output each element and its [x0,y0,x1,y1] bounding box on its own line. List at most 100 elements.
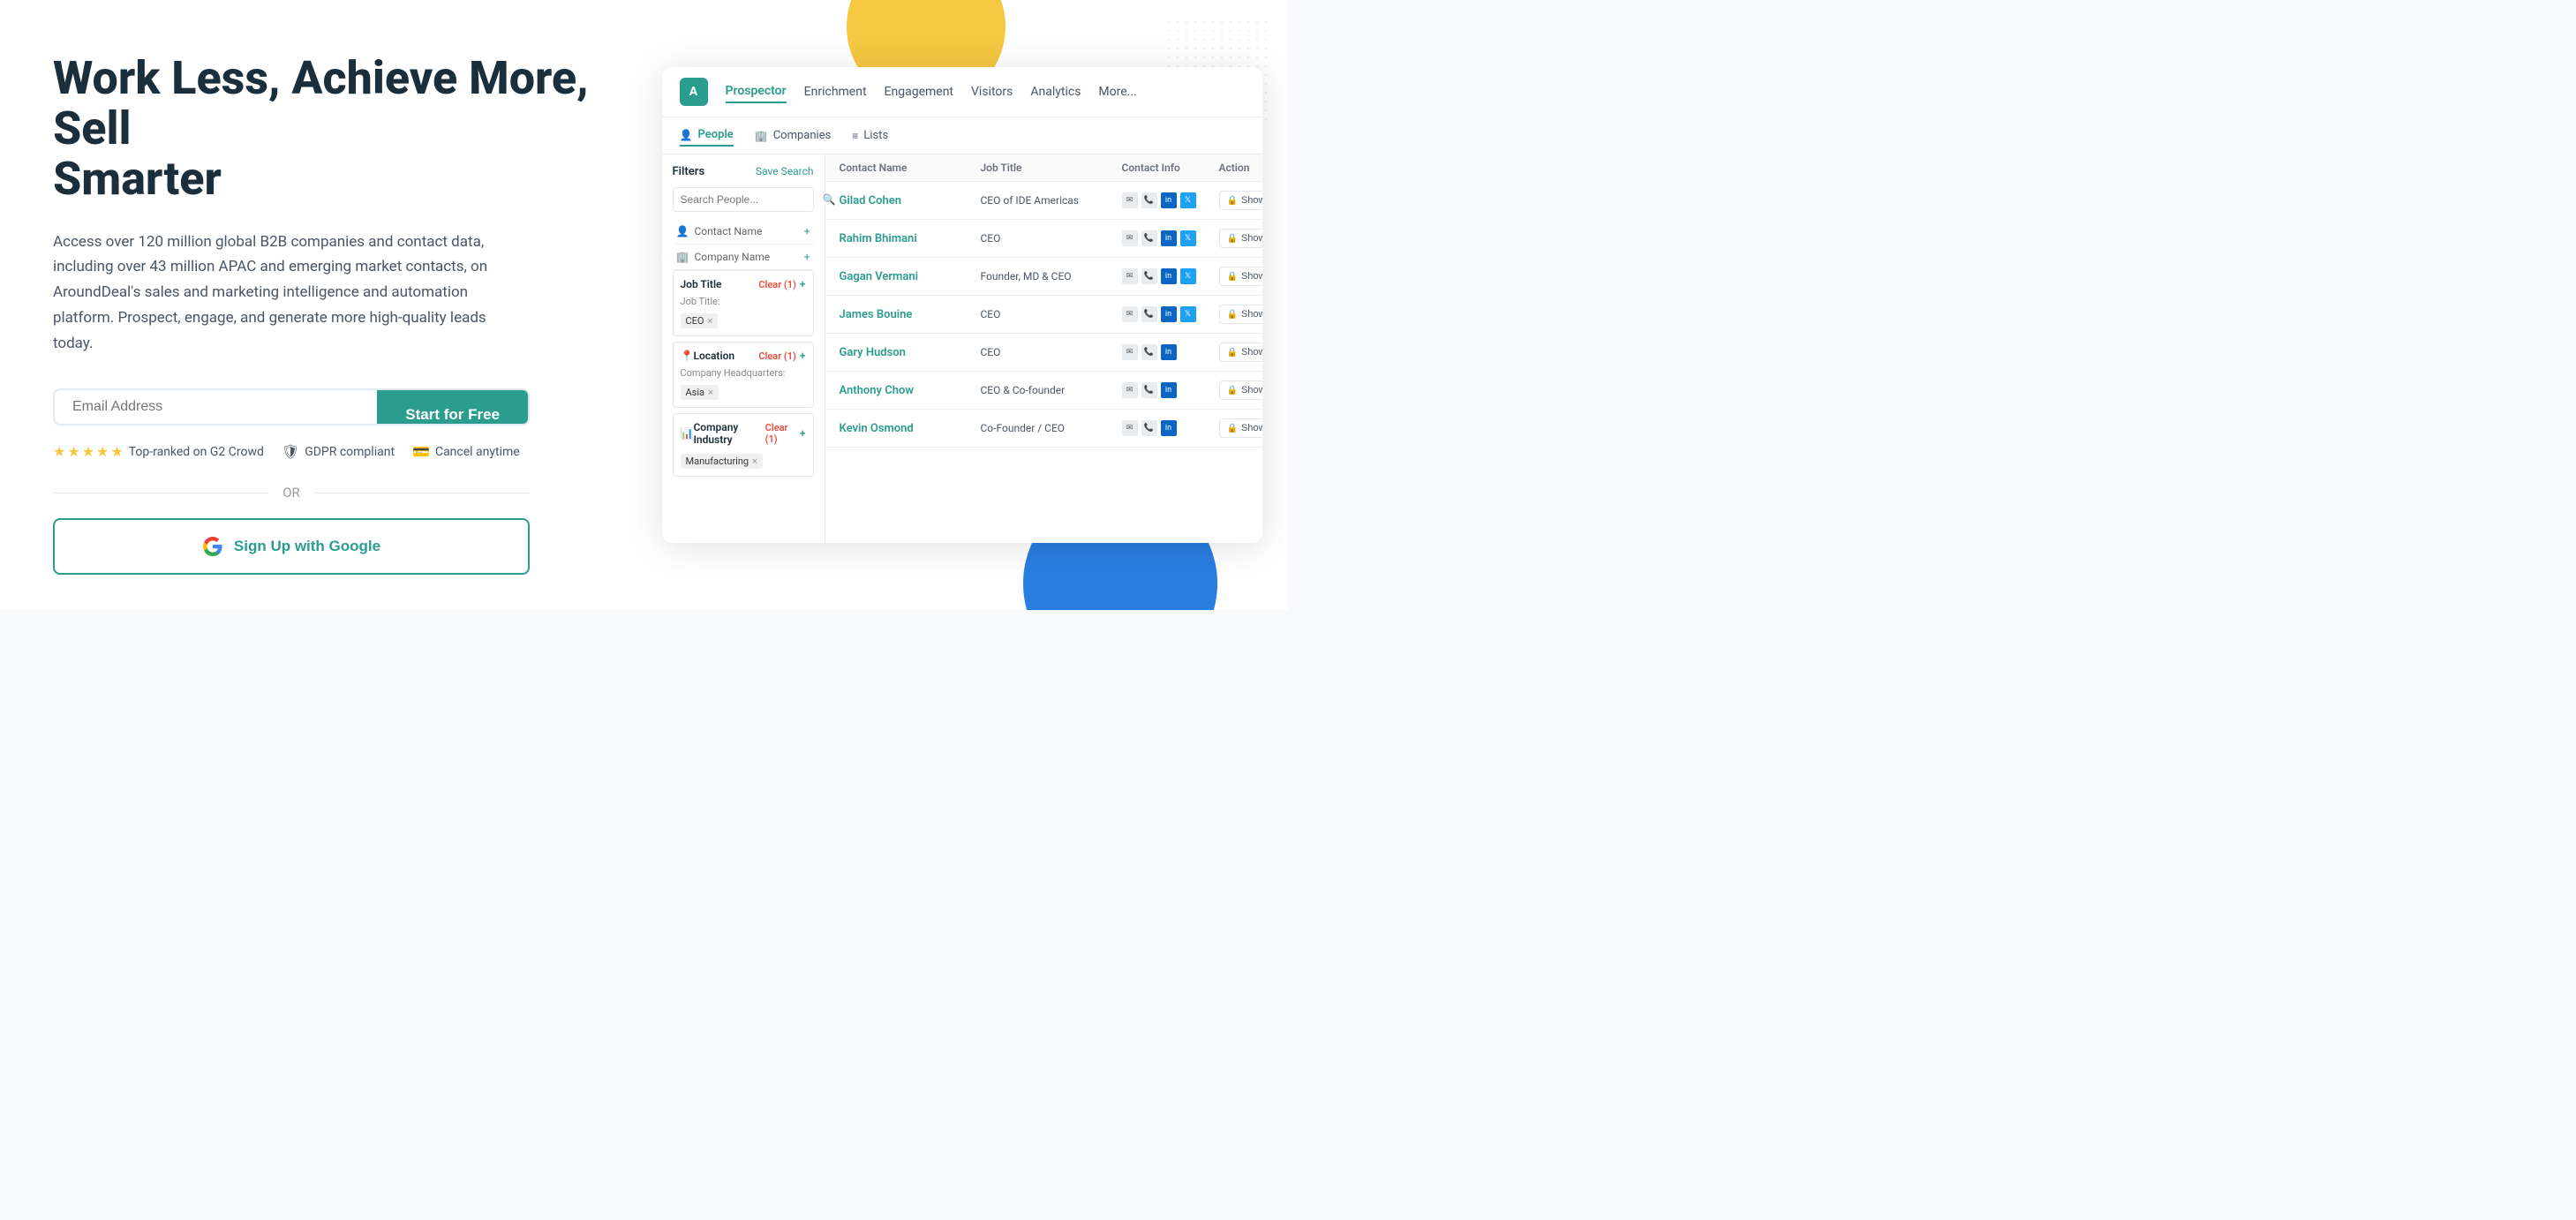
linkedin-icon[interactable]: in [1161,268,1177,284]
filters-label: Filters [673,165,705,178]
show-contact-james[interactable]: 🔒 Show Contact [1219,305,1262,324]
contact-name-gary[interactable]: Gary Hudson [840,346,981,359]
industry-add[interactable]: + [800,427,806,440]
show-contact-anthony[interactable]: 🔒 Show Contact [1219,380,1262,400]
linkedin-icon[interactable]: in [1161,382,1177,398]
lock-icon: 🔒 [1227,234,1238,244]
nav-enrichment[interactable]: Enrichment [804,81,867,102]
twitter-icon[interactable]: 𝕏 [1180,192,1196,208]
contact-name-icon: 👤 [676,225,689,237]
linkedin-icon[interactable]: in [1161,344,1177,360]
location-icon: 📍 [681,350,694,362]
phone-icon: 📞 [1141,306,1157,322]
contact-name-anthony[interactable]: Anthony Chow [840,384,981,397]
tag-asia-remove[interactable]: × [708,387,713,398]
show-contact-rahim[interactable]: 🔒 Show Contact [1219,229,1262,248]
tab-people[interactable]: 👤 People [680,124,734,147]
job-title-clear[interactable]: Clear (1) [758,279,796,290]
people-search-box[interactable]: 🔍 [673,187,814,212]
contact-name-filter[interactable]: 👤 Contact Name + [673,219,814,245]
tag-ceo-remove[interactable]: × [707,315,712,327]
save-search-button[interactable]: Save Search [756,165,814,178]
contact-name-rahim[interactable]: Rahim Bhimani [840,232,981,245]
cancel-badge: 💳 Cancel anytime [412,443,520,460]
nav-visitors[interactable]: Visitors [971,81,1013,102]
lock-icon: 🔒 [1227,310,1238,320]
twitter-icon[interactable]: 𝕏 [1180,268,1196,284]
job-title-sub: Job Title: [681,296,806,307]
email-icon: ✉ [1122,344,1138,360]
linkedin-icon[interactable]: in [1161,192,1177,208]
contact-name-gilad[interactable]: Gilad Cohen [840,194,981,207]
show-contact-gilad[interactable]: 🔒 Show Contact [1219,191,1262,210]
nav-more[interactable]: More... [1098,81,1136,102]
people-search-input[interactable] [681,193,817,206]
email-icon: ✉ [1122,192,1138,208]
show-contact-kevin[interactable]: 🔒 Show Contact [1219,418,1262,438]
phone-icon: 📞 [1141,230,1157,246]
filter-panel: Filters Save Search 🔍 👤 Contact Name + 🏢 [662,154,825,543]
job-title-anthony: CEO & Co-founder [981,384,1122,396]
linkedin-icon[interactable]: in [1161,230,1177,246]
show-contact-gagan[interactable]: 🔒 Show Contact [1219,267,1262,286]
industry-filter-section: 📊 Company Industry Clear (1) + Manufactu… [673,413,814,477]
contact-name-add[interactable]: + [804,225,810,237]
company-name-add[interactable]: + [804,251,810,263]
table-row: Rahim Bhimani CEO ✉ 📞 in 𝕏 🔒 Show Contac… [825,220,1262,258]
g2-label: Top-ranked on G2 Crowd [129,445,264,459]
job-title-add[interactable]: + [800,278,806,290]
lock-icon: 🔒 [1227,424,1238,433]
contact-info-gilad: ✉ 📞 in 𝕏 [1122,192,1219,208]
email-input[interactable] [55,390,377,424]
app-body: Filters Save Search 🔍 👤 Contact Name + 🏢 [662,154,1262,543]
nav-engagement[interactable]: Engagement [885,81,953,102]
show-contact-gary[interactable]: 🔒 Show Contact [1219,343,1262,362]
app-navbar: A Prospector Enrichment Engagement Visit… [662,67,1262,117]
job-title-gagan: Founder, MD & CEO [981,270,1122,282]
company-name-filter[interactable]: 🏢 Company Name + [673,245,814,270]
contact-name-kevin[interactable]: Kevin Osmond [840,422,981,435]
tag-manufacturing-label: Manufacturing [686,456,749,467]
google-btn-label: Sign Up with Google [234,538,380,555]
tab-companies[interactable]: 🏢 Companies [755,125,832,146]
app-screenshot-card: A Prospector Enrichment Engagement Visit… [662,67,1262,543]
star-3: ★ [82,443,94,460]
company-name-icon: 🏢 [676,251,689,263]
start-free-button[interactable]: Start for Free [377,390,528,424]
twitter-icon[interactable]: 𝕏 [1180,230,1196,246]
google-signup-button[interactable]: Sign Up with Google [53,518,530,575]
location-clear[interactable]: Clear (1) [758,350,796,362]
email-icon: ✉ [1122,306,1138,322]
industry-clear[interactable]: Clear (1) [765,422,796,445]
twitter-icon[interactable]: 𝕏 [1180,306,1196,322]
linkedin-icon[interactable]: in [1161,306,1177,322]
page-wrapper: Work Less, Achieve More, Sell Smarter Ac… [0,0,1288,610]
star-2: ★ [67,443,79,460]
contact-info-kevin: ✉ 📞 in [1122,420,1219,436]
email-form: Start for Free [53,388,530,425]
nav-analytics[interactable]: Analytics [1030,81,1081,102]
contact-name-gagan[interactable]: Gagan Vermani [840,270,981,283]
tab-lists[interactable]: ≡ Lists [852,125,888,146]
table-row: Anthony Chow CEO & Co-founder ✉ 📞 in 🔒 S… [825,372,1262,410]
location-add[interactable]: + [800,350,806,362]
job-title-header: Job Title Clear (1) + [681,278,806,290]
job-title-filter-section: Job Title Clear (1) + Job Title: CEO × [673,270,814,336]
phone-icon: 📞 [1141,420,1157,436]
people-icon: 👤 [680,129,693,141]
lock-icon: 🔒 [1227,386,1238,395]
google-g-icon [202,536,223,557]
location-header: 📍 Location Clear (1) + [681,350,806,362]
cancel-label: Cancel anytime [435,445,520,459]
filter-top-row: Filters Save Search [673,165,814,178]
nav-prospector[interactable]: Prospector [726,80,787,103]
table-header: Contact Name Job Title Contact Info Acti… [825,154,1262,182]
contact-info-gagan: ✉ 📞 in 𝕏 [1122,268,1219,284]
tag-manufacturing-remove[interactable]: × [752,456,757,467]
gdpr-badge: 🛡 GDPR compliant [282,443,395,460]
linkedin-icon[interactable]: in [1161,420,1177,436]
contact-name-james[interactable]: James Bouine [840,308,981,321]
app-logo: A [680,78,708,106]
left-content-column: Work Less, Achieve More, Sell Smarter Ac… [0,0,644,610]
th-action: Action [1219,162,1262,174]
